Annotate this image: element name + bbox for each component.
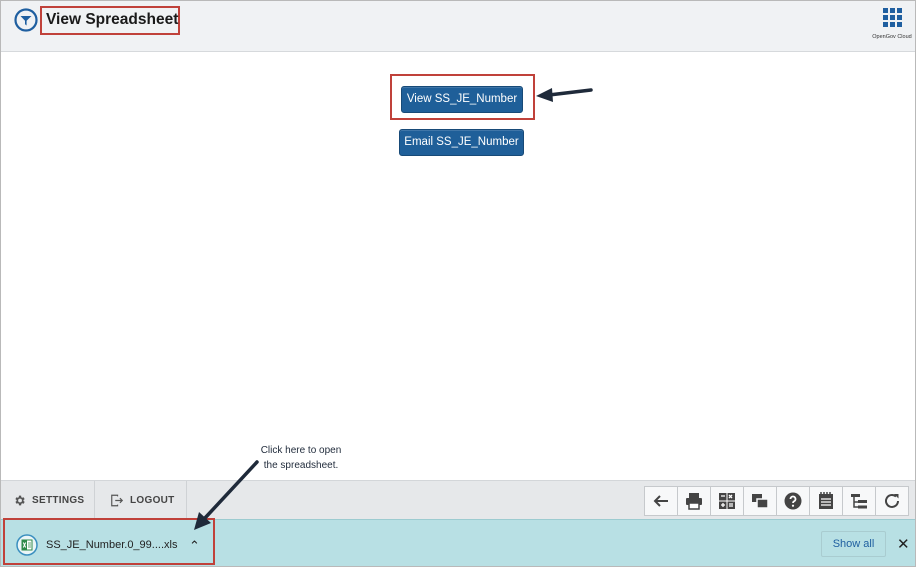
apps-launcher[interactable]: OpenGov Cloud xyxy=(869,7,915,45)
print-button[interactable] xyxy=(677,486,711,516)
app-window: View Spreadsheet OpenGov Cloud View SS_J… xyxy=(0,0,916,567)
refresh-icon xyxy=(885,493,899,508)
chevron-up-icon[interactable]: ⌃ xyxy=(189,538,200,554)
help-icon xyxy=(784,492,802,510)
hierarchy-button[interactable] xyxy=(842,486,876,516)
show-all-button[interactable]: Show all xyxy=(821,531,886,557)
email-spreadsheet-button[interactable]: Email SS_JE_Number xyxy=(399,129,524,156)
footer-toolbar: SETTINGS LOGOUT xyxy=(1,480,915,520)
print-icon xyxy=(686,493,702,510)
calculator-button[interactable] xyxy=(710,486,744,516)
back-arrow-icon xyxy=(653,495,668,507)
view-button-arrow xyxy=(536,88,593,102)
settings-label: SETTINGS xyxy=(32,495,85,506)
hierarchy-icon xyxy=(851,494,867,509)
back-button[interactable] xyxy=(644,486,678,516)
logout-label: LOGOUT xyxy=(130,495,175,506)
view-spreadsheet-button[interactable]: View SS_JE_Number xyxy=(401,86,523,113)
help-button[interactable] xyxy=(776,486,810,516)
page-title: View Spreadsheet xyxy=(46,11,179,28)
spreadsheet-file-icon[interactable] xyxy=(16,534,38,556)
windows-button[interactable] xyxy=(743,486,777,516)
toolbar-buttons xyxy=(644,486,909,516)
refresh-button[interactable] xyxy=(875,486,909,516)
annotation-note: Click here to open the spreadsheet. xyxy=(251,443,351,473)
title-highlight-box: View Spreadsheet xyxy=(40,6,180,35)
logout-link[interactable]: LOGOUT xyxy=(94,481,187,520)
notepad-button[interactable] xyxy=(809,486,843,516)
logout-icon xyxy=(111,494,124,507)
annotation-line-2: the spreadsheet. xyxy=(263,460,339,471)
apps-label: OpenGov Cloud xyxy=(872,34,912,40)
opengov-logo-icon[interactable] xyxy=(14,8,38,32)
close-icon[interactable]: ✕ xyxy=(897,535,910,553)
notepad-icon xyxy=(819,492,833,509)
download-file-name[interactable]: SS_JE_Number.0_99....xls xyxy=(46,539,177,551)
gear-icon xyxy=(15,495,25,506)
calculator-icon xyxy=(719,493,735,509)
settings-link[interactable]: SETTINGS xyxy=(13,481,84,520)
app-grid-icon xyxy=(883,8,902,27)
windows-icon xyxy=(752,494,769,509)
annotation-line-1: Click here to open xyxy=(260,445,342,456)
header-bar: View Spreadsheet OpenGov Cloud xyxy=(1,1,915,52)
